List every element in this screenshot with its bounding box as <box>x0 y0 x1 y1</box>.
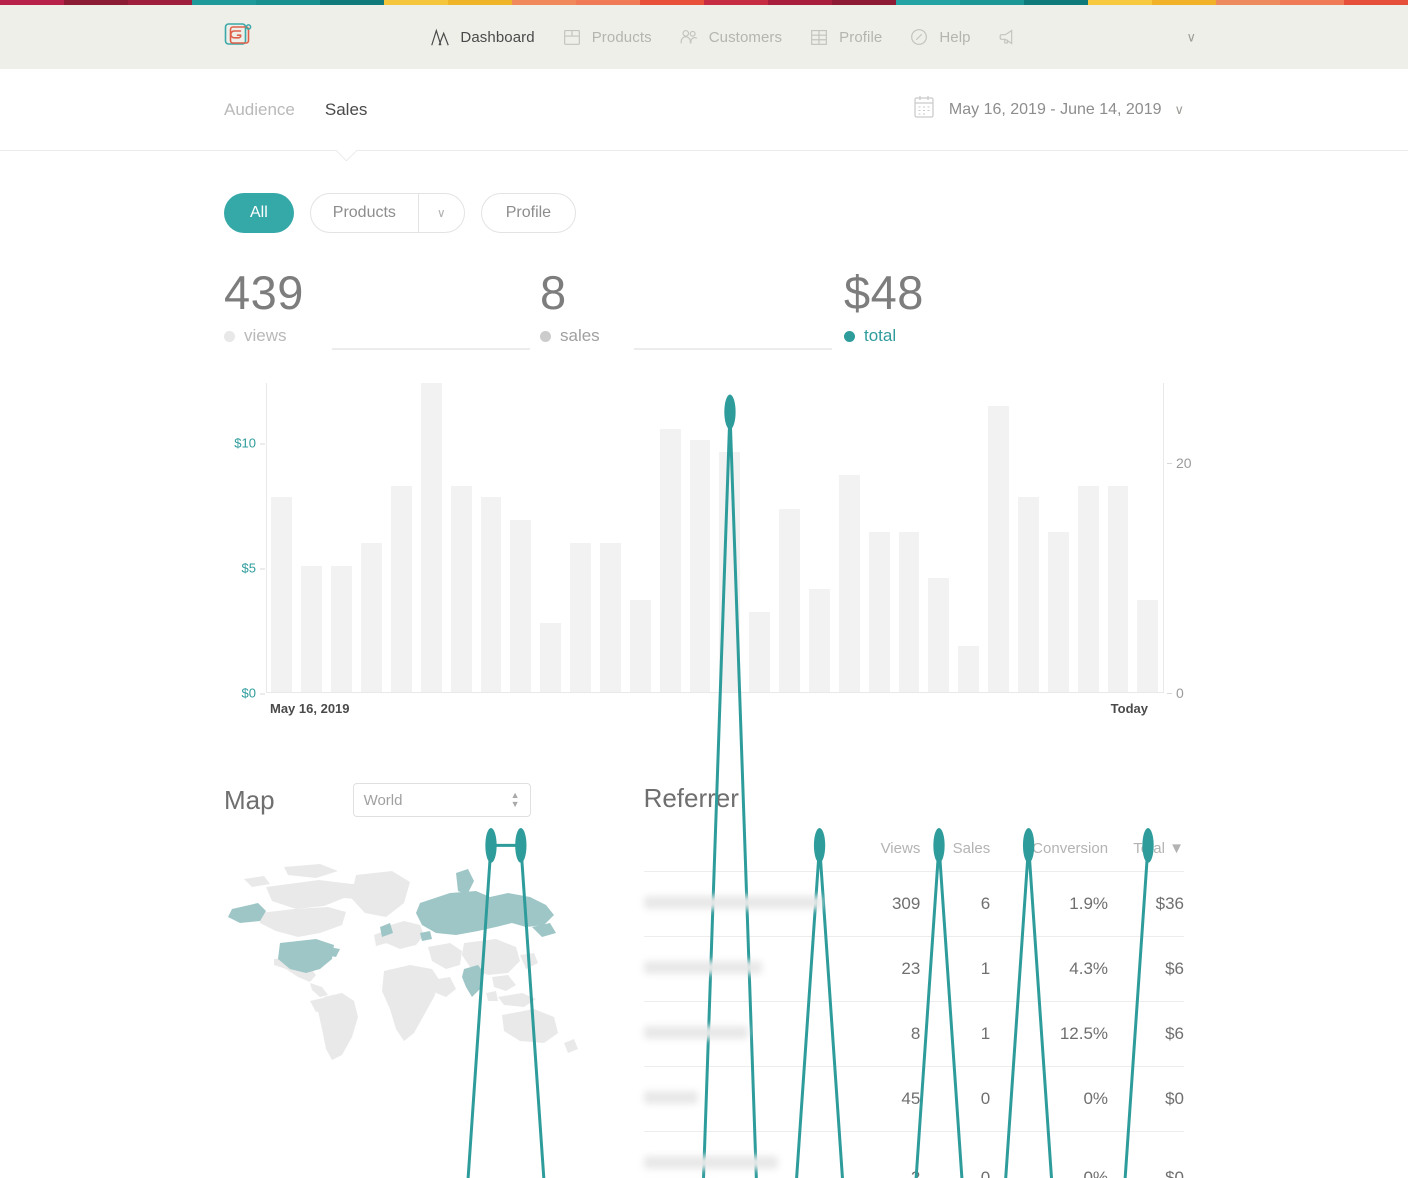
nav-label-customers: Customers <box>708 28 783 46</box>
chart-left-tick: $5 <box>242 561 265 576</box>
region-alaska <box>228 903 266 923</box>
chart-right-tick: 20 <box>1167 455 1192 471</box>
calendar-icon <box>912 94 936 125</box>
redacted-referrer-name <box>643 1091 698 1104</box>
dashboard-tabs: Audience Sales <box>224 100 367 120</box>
chart-x-start-label: May 16, 2019 <box>270 701 350 716</box>
chart-icon <box>429 26 451 48</box>
people-icon <box>678 26 700 48</box>
stat-views-value: 439 <box>224 266 304 319</box>
stat-total-value: $48 <box>844 266 924 319</box>
chart-line-marker[interactable] <box>933 828 945 863</box>
nav-label-products: Products <box>591 28 652 46</box>
tab-audience[interactable]: Audience <box>224 100 295 120</box>
chart-line-marker[interactable] <box>515 828 527 863</box>
summary-stats: 439 views 8 sales $48 total <box>224 267 1184 359</box>
chart-line-series <box>267 394 1154 1178</box>
chart-right-tick: 0 <box>1167 685 1184 701</box>
chart-line-marker[interactable] <box>813 828 826 863</box>
date-range-value: May 16, 2019 - June 14, 2019 <box>948 100 1162 118</box>
stat-sales-label: sales <box>560 326 600 345</box>
stat-views: 439 views <box>224 267 304 346</box>
active-tab-pointer <box>336 150 358 161</box>
chart-left-tick: $0 <box>242 686 265 701</box>
filter-products-chevron-down-icon[interactable]: ∨ <box>419 206 464 220</box>
stat-total: $48 total <box>844 267 924 346</box>
account-menu-caret-icon[interactable]: ∨ <box>1186 31 1196 44</box>
tab-sales[interactable]: Sales <box>325 100 368 120</box>
stat-sales: 8 sales <box>540 267 600 346</box>
stat-total-dot-icon <box>844 330 855 342</box>
stat-sales-dot-icon <box>540 330 551 342</box>
nav-item-profile[interactable]: Profile <box>808 26 882 48</box>
chart-line-marker[interactable] <box>1142 828 1154 863</box>
sales-chart: $0 $5 $10 0 20 May 16, 2019 Today <box>224 383 1192 723</box>
redacted-referrer-name <box>643 1026 748 1039</box>
filter-products-label[interactable]: Products <box>311 194 418 232</box>
date-range-picker[interactable]: May 16, 2019 - June 14, 2019 ∨ <box>912 94 1184 125</box>
chart-plot-area: $0 $5 $10 0 20 <box>234 383 1192 693</box>
chevron-down-icon[interactable]: ∨ <box>1174 103 1184 116</box>
nav-item-products[interactable]: Products <box>561 26 652 48</box>
sub-navigation-bar: Audience Sales May 16, 2019 - June 14, 2… <box>0 69 1408 151</box>
stat-total-label: total <box>864 326 897 345</box>
chart-x-end-label: Today <box>1110 701 1148 716</box>
nav-label-profile: Profile <box>839 28 883 46</box>
redacted-referrer-name <box>643 896 822 909</box>
stat-views-dot-icon <box>224 330 235 342</box>
chart-right-axis <box>1163 383 1164 693</box>
chart-line-marker[interactable] <box>485 828 497 863</box>
chart-line-marker[interactable] <box>1022 828 1035 863</box>
grid-icon <box>808 26 830 48</box>
chart-x-axis-labels: May 16, 2019 Today <box>266 697 1164 723</box>
top-navigation-bar: Dashboard Products Customers Profile Hel… <box>0 5 1408 69</box>
redacted-referrer-name <box>643 961 762 974</box>
gumroad-logo[interactable] <box>222 18 252 57</box>
stat-connector <box>332 348 530 350</box>
nav-item-dashboard[interactable]: Dashboard <box>429 26 535 48</box>
filter-profile-button[interactable]: Profile <box>480 193 577 233</box>
nav-label-help: Help <box>939 28 971 46</box>
chart-left-tick: $10 <box>234 436 265 451</box>
redacted-referrer-name <box>643 1156 778 1169</box>
nav-label-dashboard: Dashboard <box>460 28 535 46</box>
main-nav-items: Dashboard Products Customers Profile Hel… <box>389 26 1018 48</box>
nav-item-announcements[interactable] <box>997 26 1019 48</box>
box-icon <box>561 26 583 48</box>
megaphone-icon <box>997 26 1019 48</box>
stat-connector <box>634 348 832 350</box>
filter-products-group: Products ∨ <box>309 193 465 233</box>
stat-views-label: views <box>244 326 287 345</box>
nav-item-help[interactable]: Help <box>908 26 970 48</box>
filter-all-button[interactable]: All <box>224 193 294 233</box>
page-content: All Products ∨ Profile 439 views 8 sales <box>0 193 1408 1178</box>
chart-line-marker[interactable] <box>724 394 736 430</box>
nav-item-customers[interactable]: Customers <box>678 26 782 48</box>
filter-pill-row: All Products ∨ Profile <box>224 193 1184 233</box>
compass-icon <box>908 26 930 48</box>
chart-line-path <box>282 412 1148 1178</box>
stat-sales-value: 8 <box>540 266 567 319</box>
